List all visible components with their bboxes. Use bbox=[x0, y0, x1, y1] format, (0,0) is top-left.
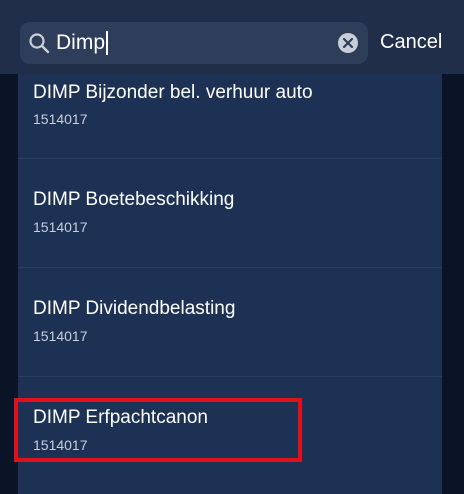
search-input[interactable]: Dimp bbox=[20, 22, 368, 64]
cancel-button[interactable]: Cancel bbox=[380, 30, 442, 54]
search-icon bbox=[29, 33, 50, 54]
list-item-title: DIMP Boetebeschikking bbox=[33, 189, 235, 210]
list-item-title: DIMP Bijzonder bel. verhuur auto bbox=[33, 82, 313, 103]
search-bar: Dimp Cancel bbox=[0, 0, 464, 74]
list-item[interactable]: DIMP Dividendbelasting 1514017 bbox=[18, 268, 442, 377]
list-item-code: 1514017 bbox=[33, 219, 88, 235]
highlight-box bbox=[14, 398, 302, 462]
text-caret bbox=[106, 31, 109, 55]
list-item-code: 1514017 bbox=[33, 328, 88, 344]
search-input-value: Dimp bbox=[56, 31, 109, 55]
list-item[interactable]: DIMP Boetebeschikking 1514017 bbox=[18, 159, 442, 268]
list-item-title: DIMP Dividendbelasting bbox=[33, 298, 236, 319]
list-item[interactable]: DIMP Bijzonder bel. verhuur auto 1514017 bbox=[18, 74, 442, 159]
list-item-code: 1514017 bbox=[33, 111, 88, 127]
clear-icon[interactable] bbox=[337, 32, 359, 54]
